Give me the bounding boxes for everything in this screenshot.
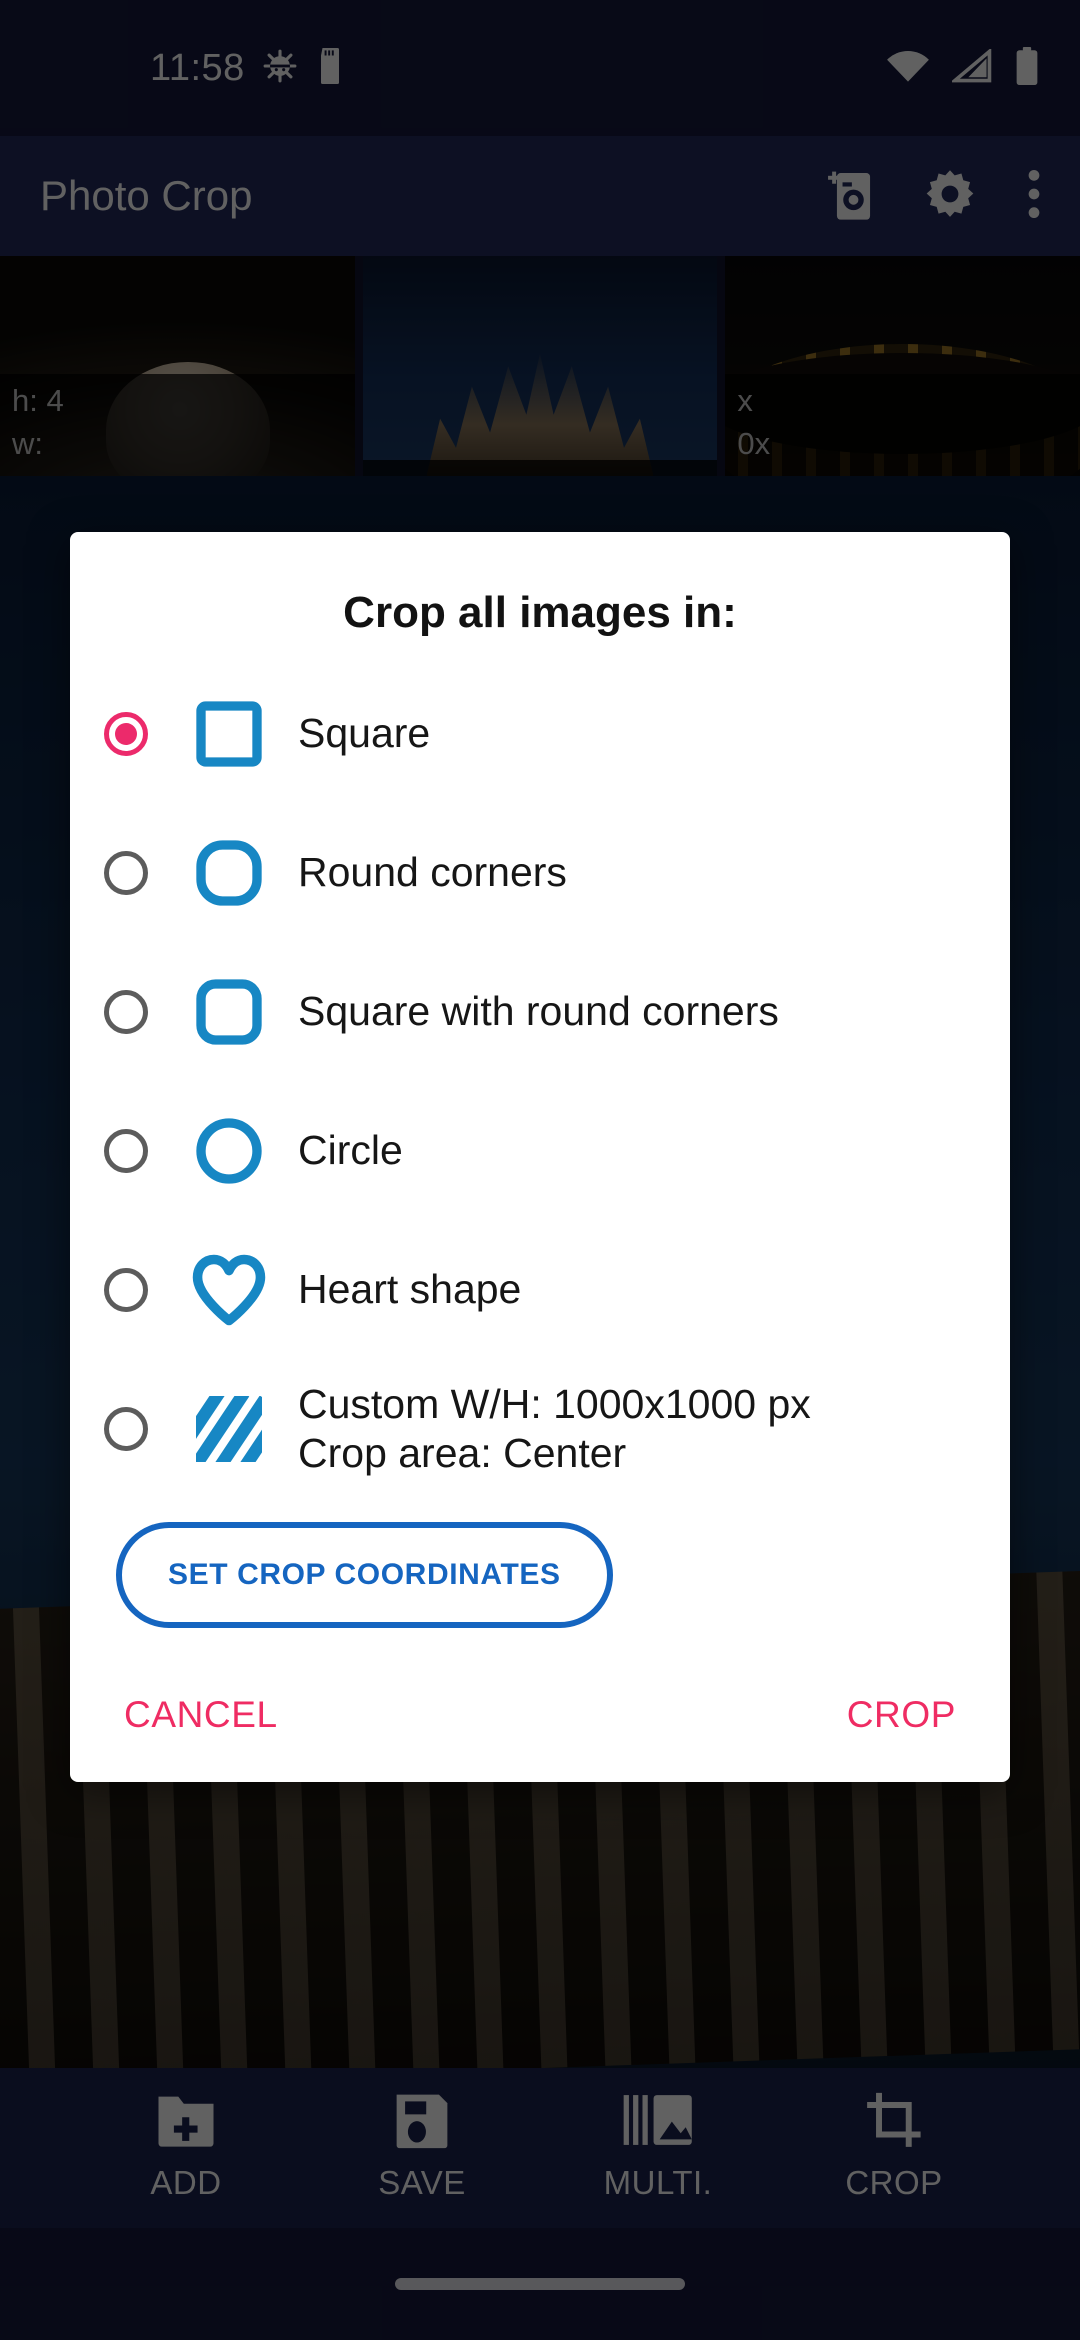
option-label: Square with round corners: [298, 987, 779, 1035]
dialog-actions: CANCEL CROP: [70, 1628, 1010, 1760]
square-icon: [190, 695, 268, 773]
radio-heart-shape[interactable]: [104, 1267, 148, 1312]
option-label: Round corners: [298, 848, 567, 896]
option-square[interactable]: Square: [104, 664, 976, 803]
radio-square[interactable]: [104, 711, 148, 756]
option-label: Custom W/H: 1000x1000 px Crop area: Cent…: [298, 1380, 811, 1477]
radio-round-corners[interactable]: [104, 850, 148, 895]
radio-circle[interactable]: [104, 1128, 148, 1173]
set-coords-wrap: SET CROP COORDINATES: [70, 1498, 1010, 1628]
option-title: Square: [298, 710, 431, 757]
phone-screen: 11:58: [0, 0, 1080, 2340]
option-title: Square with round corners: [298, 988, 779, 1035]
radio-custom-size[interactable]: [104, 1406, 148, 1451]
option-square-round-corners[interactable]: Square with round corners: [104, 942, 976, 1081]
option-label: Square: [298, 709, 430, 757]
dialog-title: Crop all images in:: [343, 588, 737, 637]
option-title: Circle: [298, 1127, 403, 1174]
circle-icon: [190, 1112, 268, 1190]
crop-shape-dialog: Crop all images in: Square Round corners…: [70, 532, 1010, 1782]
option-heart-shape[interactable]: Heart shape: [104, 1220, 976, 1359]
option-circle[interactable]: Circle: [104, 1081, 976, 1220]
set-crop-coordinates-button[interactable]: SET CROP COORDINATES: [116, 1522, 613, 1628]
option-subtitle: Crop area: Center: [298, 1429, 627, 1476]
round-corners-icon: [190, 834, 268, 912]
option-custom-size[interactable]: Custom W/H: 1000x1000 px Crop area: Cent…: [104, 1359, 976, 1498]
square-round-icon: [190, 973, 268, 1051]
option-label: Heart shape: [298, 1265, 521, 1313]
option-label: Circle: [298, 1126, 403, 1174]
diagonal-stripes-icon: [190, 1390, 268, 1468]
option-round-corners[interactable]: Round corners: [104, 803, 976, 942]
heart-icon: [190, 1251, 268, 1329]
crop-button[interactable]: CROP: [843, 1688, 960, 1742]
crop-shape-options: Square Round corners Square with round c…: [70, 664, 1010, 1498]
radio-square-round-corners[interactable]: [104, 989, 148, 1034]
option-title: Round corners: [298, 849, 567, 896]
cancel-button[interactable]: CANCEL: [120, 1688, 282, 1742]
option-title: Custom W/H: 1000x1000 px: [298, 1381, 811, 1428]
option-title: Heart shape: [298, 1266, 522, 1313]
